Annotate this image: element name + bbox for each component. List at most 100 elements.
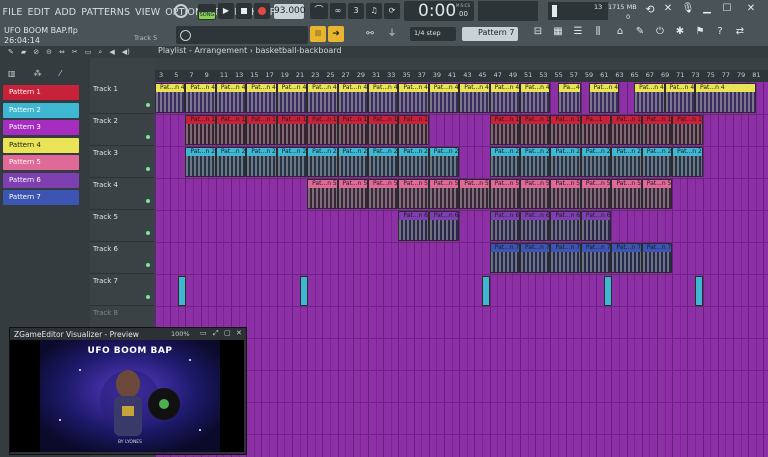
pattern-clip[interactable]: Pat...n 4 (337, 83, 368, 113)
track-active-indicator[interactable] (146, 231, 150, 235)
track-header-3[interactable]: Track 3 (90, 146, 154, 178)
menu-edit[interactable]: EDIT (25, 7, 52, 18)
track-header-2[interactable]: Track 2 (90, 114, 154, 146)
pattern-clip[interactable]: Pat...n 1 (215, 115, 247, 145)
pattern-clip[interactable]: Pat...n 2 (246, 147, 277, 177)
channel-rack-icon[interactable]: ☰ (570, 26, 586, 42)
pattern-clip[interactable]: Pat...n 1 (641, 115, 673, 145)
paint-tool-icon[interactable]: ▰ (21, 46, 26, 58)
countdown-icon[interactable]: 3 (348, 3, 364, 19)
pattern-clip[interactable]: Pat...n 7 (611, 243, 642, 273)
pattern-clip[interactable]: Pat...n 4 (367, 83, 399, 113)
audio-clip[interactable] (482, 276, 491, 306)
pattern-clip[interactable]: Pat...n 6 (398, 211, 429, 241)
visualizer-restore-icon[interactable]: ▢ (224, 329, 231, 337)
master-knob-icon[interactable] (174, 4, 188, 18)
pattern-clip[interactable]: Pat...n 4 (520, 83, 551, 113)
pattern-clip[interactable]: Pat...n 1 (307, 115, 338, 145)
time-display[interactable]: 0:00 M:S:CS 00 (404, 1, 474, 21)
pattern-clip[interactable]: Pat...n 2 (520, 147, 551, 177)
timeline-overview[interactable] (155, 58, 768, 70)
pattern-clip[interactable]: Pat...n 2 (672, 147, 703, 177)
play-button[interactable]: ▶ (218, 3, 234, 19)
menu-view[interactable]: VIEW (133, 7, 163, 18)
pattern-clip[interactable]: Pat...n 5 (520, 179, 551, 209)
pattern-item-7[interactable]: Pattern 7 (3, 190, 79, 205)
menu-file[interactable]: FILE (0, 7, 25, 18)
pattern-clip[interactable]: Pat...n 6 (428, 211, 460, 241)
delete-tool-icon[interactable]: ⊘ (33, 46, 39, 58)
pattern-item-4[interactable]: Pattern 4 (3, 137, 79, 153)
pattern-clip[interactable]: Pat...n 4 (246, 83, 277, 113)
pattern-clip[interactable]: Pat...n 1 (489, 115, 521, 145)
pattern-clip[interactable]: Pat...n 2 (276, 147, 308, 177)
pattern-clip[interactable]: Pat...n 4 (215, 83, 247, 113)
pattern-clip[interactable]: Pat...n 5 (611, 179, 642, 209)
microphone-icon[interactable]: 🎙 (680, 3, 696, 19)
pattern-clip[interactable]: Pat...n 4 (634, 83, 665, 113)
pattern-clip[interactable]: Pat...n 5 (641, 179, 673, 209)
metronome-icon[interactable]: ⌒ (310, 3, 328, 19)
track-active-indicator[interactable] (146, 263, 150, 267)
pattern-clip[interactable]: Pat...n 4 (588, 83, 619, 113)
snap-icon[interactable]: ||| (310, 26, 326, 42)
audio-clip[interactable] (177, 276, 186, 306)
slip-tool-icon[interactable]: ⇔ (59, 46, 65, 58)
track-active-indicator[interactable] (146, 167, 150, 171)
menu-add[interactable]: ADD (52, 7, 78, 18)
pattern-clip[interactable]: Pat...n 1 (367, 115, 399, 145)
piano-roll-icon[interactable]: ▦ (550, 26, 566, 42)
pattern-clip[interactable]: Pat...n 6 (489, 211, 521, 241)
pattern-clip[interactable]: Pat...n 5 (550, 179, 581, 209)
marker-icon[interactable]: ⚑ (692, 26, 708, 42)
link-icon[interactable]: ⚯ (362, 26, 378, 42)
record-button[interactable] (254, 3, 270, 19)
pattern-item-1[interactable]: Pattern 1 (3, 85, 79, 100)
info-icon[interactable]: ✕ (660, 3, 676, 19)
pattern-clip[interactable]: Pat...n 1 (550, 115, 581, 145)
speaker-icon[interactable]: ◀) (122, 46, 130, 58)
pattern-clip[interactable]: Pat...n 7 (580, 243, 612, 273)
visualizer-minimize-icon[interactable]: ▭ (200, 329, 207, 337)
audio-clip[interactable] (299, 276, 308, 306)
pattern-clip[interactable]: Pat...n 7 (641, 243, 673, 273)
pattern-clip[interactable]: Pat...n 4 (459, 83, 490, 113)
pattern-clip[interactable]: Pat...n 7 (489, 243, 521, 273)
pattern-clip[interactable]: Pat...n 1 (337, 115, 368, 145)
pattern-clip[interactable]: Pat...n 6 (550, 211, 581, 241)
song-mode-toggle[interactable]: SONG (198, 4, 216, 20)
pattern-clip[interactable]: Pat...n 4 (155, 83, 186, 113)
wait-input-icon[interactable]: ∞ (330, 3, 346, 19)
plug-icon[interactable]: ⏚ (384, 26, 400, 42)
visualizer-window[interactable]: ZGameEditor Visualizer - Preview 100% ▭ … (9, 327, 247, 455)
pattern-clip[interactable]: Pat...n 2 (611, 147, 642, 177)
scroll-icon[interactable]: ⇄ (732, 26, 748, 42)
mute-tool-icon[interactable]: ⊝ (46, 46, 52, 58)
track-active-indicator[interactable] (146, 103, 150, 107)
piano-icon[interactable]: ▥ (8, 69, 16, 81)
playback-tool-icon[interactable]: ◀ (109, 46, 114, 58)
blend-notes-icon[interactable]: ♫ (366, 3, 382, 19)
pattern-clip[interactable]: Pat...n 4 (185, 83, 216, 113)
pattern-clip[interactable]: Pat...n 2 (307, 147, 338, 177)
pattern-clip[interactable]: Pat...n 2 (428, 147, 460, 177)
pattern-clip[interactable]: Pat...n 1 (611, 115, 642, 145)
plugin-picker-icon[interactable]: ✎ (632, 26, 648, 42)
help-icon[interactable]: ? (712, 26, 728, 42)
zoom-tool-icon[interactable]: ⌕ (98, 46, 102, 58)
pattern-clip[interactable]: Pat...n 7 (550, 243, 581, 273)
track-header-4[interactable]: Track 4 (90, 178, 154, 210)
menu-patterns[interactable]: PATTERNS (79, 7, 133, 18)
pattern-item-2[interactable]: Pattern 2 (3, 102, 79, 118)
reset-icon[interactable]: ⟲ (642, 3, 658, 19)
minimize-button[interactable]: ▁ (700, 3, 714, 19)
plug-indicator-icon[interactable]: ⏻ (652, 26, 668, 42)
browser-icon[interactable]: ⌂ (612, 26, 628, 42)
slice-tool-icon[interactable]: ✂ (72, 46, 78, 58)
track-header-1[interactable]: Track 1 (90, 82, 154, 114)
stop-button[interactable] (236, 3, 252, 19)
select-tool-icon[interactable]: ▭ (85, 46, 92, 58)
pattern-clip[interactable]: Pat...n 2 (641, 147, 673, 177)
pattern-clip[interactable]: Pat...n 4 (276, 83, 308, 113)
close-button[interactable]: ✕ (744, 3, 758, 19)
